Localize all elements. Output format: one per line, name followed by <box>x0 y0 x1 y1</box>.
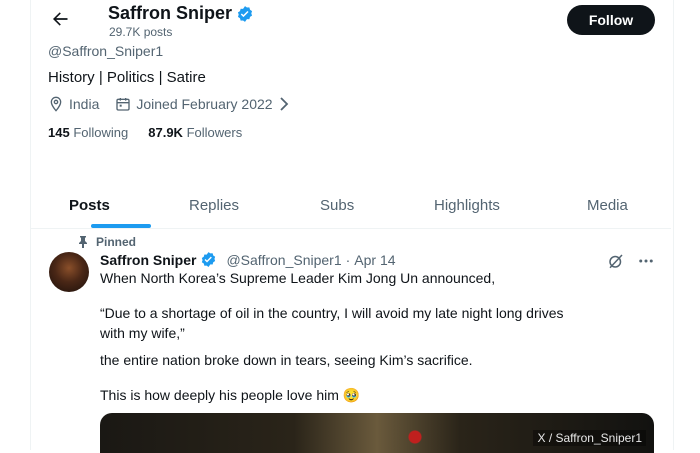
profile-meta: India Joined February 2022 <box>48 96 300 112</box>
tab-posts[interactable]: Posts <box>69 197 110 214</box>
back-button[interactable] <box>45 6 75 32</box>
tab-media[interactable]: Media <box>587 197 628 214</box>
following-label: Following <box>73 125 129 140</box>
followers-link[interactable]: 87.9K Followers <box>148 125 242 140</box>
following-count: 145 <box>48 125 70 140</box>
post-media-image[interactable]: X / Saffron_Sniper1 <box>100 413 654 453</box>
calendar-icon <box>116 98 131 111</box>
joined-item[interactable]: Joined February 2022 <box>115 96 289 112</box>
followers-label: Followers <box>186 125 243 140</box>
post-author-name[interactable]: Saffron Sniper <box>100 252 196 268</box>
media-watermark: X / Saffron_Sniper1 <box>533 430 646 446</box>
pin-icon <box>79 236 87 248</box>
follow-button[interactable]: Follow <box>567 5 655 35</box>
post-text-line: “Due to a shortage of oil in the country… <box>100 305 564 321</box>
tab-subs[interactable]: Subs <box>320 197 354 214</box>
post-text-line: When North Korea’s Supreme Leader Kim Jo… <box>100 270 496 286</box>
location-pin-icon <box>50 96 62 112</box>
active-tab-indicator <box>91 224 151 228</box>
post-text-line: with my wife,” <box>100 325 185 341</box>
pinned-label: Pinned <box>96 235 137 249</box>
media-cap-emblem <box>404 413 426 453</box>
post-date[interactable]: Apr 14 <box>354 252 395 268</box>
location-item: India <box>48 96 99 112</box>
post-text-line: the entire nation broke down in tears, s… <box>100 352 473 368</box>
post-count: 29.7K posts <box>109 25 173 39</box>
post-header: Saffron Sniper @Saffron_Sniper1 · Apr 14 <box>100 251 396 269</box>
location-text: India <box>69 96 100 112</box>
profile-bio: History | Politics | Satire <box>48 69 206 86</box>
verified-badge-icon <box>236 5 254 23</box>
tab-replies[interactable]: Replies <box>189 197 239 214</box>
header-name: Saffron Sniper <box>108 3 233 23</box>
following-link[interactable]: 145 Following <box>48 125 128 140</box>
avatar[interactable] <box>49 252 89 292</box>
verified-badge-icon <box>200 251 218 269</box>
arrow-left-icon <box>53 12 68 26</box>
joined-text: Joined February 2022 <box>136 96 273 112</box>
follow-stats: 145 Following 87.9K Followers <box>48 125 242 140</box>
profile-tabs: Posts Replies Subs Highlights Media <box>31 186 671 229</box>
followers-count: 87.9K <box>148 125 183 140</box>
post-text-line: This is how deeply his people love him 🥹 <box>100 387 361 403</box>
profile-handle: @Saffron_Sniper1 <box>48 43 164 59</box>
header-name-row: Saffron Sniper <box>108 3 254 24</box>
tab-highlights[interactable]: Highlights <box>434 197 500 214</box>
post-separator: · <box>345 252 351 268</box>
chevron-right-icon <box>279 97 288 111</box>
post-author-handle[interactable]: @Saffron_Sniper1 <box>226 252 341 268</box>
pinned-label-row: Pinned <box>78 235 136 249</box>
